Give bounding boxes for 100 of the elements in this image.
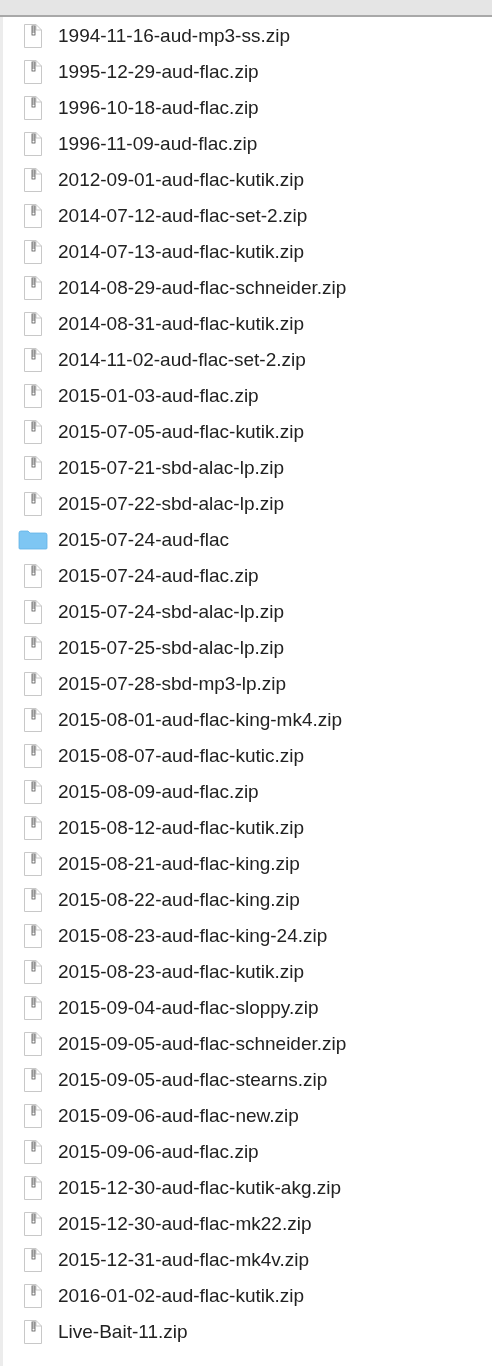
file-name: 2015-09-04-aud-flac-sloppy.zip (58, 995, 319, 1020)
file-name: 2015-08-22-aud-flac-king.zip (58, 887, 300, 912)
file-row[interactable]: 2015-12-31-aud-flac-mk4v.zip (3, 1242, 347, 1278)
file-name: 2014-11-02-aud-flac-set-2.zip (58, 347, 306, 372)
file-name: Live-Bait-11.zip (58, 1319, 188, 1344)
file-name: 2015-08-21-aud-flac-king.zip (58, 851, 300, 876)
zip-file-icon (23, 1140, 42, 1164)
file-name: 2012-09-01-aud-flac-kutik.zip (58, 167, 305, 192)
zip-file-icon (23, 96, 42, 120)
zip-file-icon (23, 888, 42, 912)
file-row[interactable]: 2014-08-29-aud-flac-schneider.zip (3, 270, 347, 306)
file-row[interactable]: 2015-07-21-sbd-alac-lp.zip (3, 450, 347, 486)
zip-file-icon (23, 276, 42, 300)
file-row[interactable]: 1995-12-29-aud-flac.zip (3, 54, 347, 90)
zip-file-icon (23, 456, 42, 480)
file-row[interactable]: 2014-07-12-aud-flac-set-2.zip (3, 198, 347, 234)
file-row[interactable]: 2016-01-02-aud-flac-kutik.zip (3, 1278, 347, 1314)
file-name: 2014-07-12-aud-flac-set-2.zip (58, 203, 308, 228)
file-row[interactable]: 2014-11-02-aud-flac-set-2.zip (3, 342, 347, 378)
zip-file-icon (23, 348, 42, 372)
file-name: 2015-09-05-aud-flac-stearns.zip (58, 1067, 328, 1092)
file-row[interactable]: 2015-07-24-aud-flac (3, 522, 347, 558)
file-name: 2015-08-23-aud-flac-king-24.zip (58, 923, 328, 948)
file-name: 2015-07-25-sbd-alac-lp.zip (58, 635, 284, 660)
file-name: 2015-12-31-aud-flac-mk4v.zip (58, 1247, 309, 1272)
zip-file-icon (23, 852, 42, 876)
zip-file-icon (23, 492, 42, 516)
file-name: 2015-07-24-sbd-alac-lp.zip (58, 599, 284, 624)
zip-file-icon (23, 1284, 42, 1308)
file-row[interactable]: 2015-08-12-aud-flac-kutik.zip (3, 810, 347, 846)
file-row[interactable]: Live-Bait-11.zip (3, 1314, 347, 1350)
file-name: 2014-08-31-aud-flac-kutik.zip (58, 311, 305, 336)
file-row[interactable]: 2015-08-23-aud-flac-kutik.zip (3, 954, 347, 990)
file-row[interactable]: 2015-08-01-aud-flac-king-mk4.zip (3, 702, 347, 738)
zip-file-icon (23, 132, 42, 156)
file-name: 2015-09-06-aud-flac.zip (58, 1139, 259, 1164)
file-row[interactable]: 1996-11-09-aud-flac.zip (3, 126, 347, 162)
file-name: 2015-07-21-sbd-alac-lp.zip (58, 455, 284, 480)
file-row[interactable]: 2012-09-01-aud-flac-kutik.zip (3, 162, 347, 198)
file-name: 2015-12-30-aud-flac-mk22.zip (58, 1211, 312, 1236)
file-name: 2015-07-28-sbd-mp3-lp.zip (58, 671, 287, 696)
file-name: 1996-10-18-aud-flac.zip (58, 95, 259, 120)
file-name: 2015-08-07-aud-flac-kutic.zip (58, 743, 305, 768)
file-row[interactable]: 2015-07-22-sbd-alac-lp.zip (3, 486, 347, 522)
file-row[interactable]: 2015-08-09-aud-flac.zip (3, 774, 347, 810)
file-name: 2015-07-24-aud-flac (58, 527, 230, 552)
zip-file-icon (23, 420, 42, 444)
zip-file-icon (23, 1212, 42, 1236)
zip-file-icon (23, 1320, 42, 1344)
file-row[interactable]: 2015-08-23-aud-flac-king-24.zip (3, 918, 347, 954)
file-row[interactable]: 2015-07-05-aud-flac-kutik.zip (3, 414, 347, 450)
zip-file-icon (23, 1068, 42, 1092)
file-row[interactable]: 2015-12-30-aud-flac-mk22.zip (3, 1206, 347, 1242)
file-row[interactable]: 1996-10-18-aud-flac.zip (3, 90, 347, 126)
file-name: 2014-07-13-aud-flac-kutik.zip (58, 239, 305, 264)
file-row[interactable]: 2015-09-06-aud-flac-new.zip (3, 1098, 347, 1134)
zip-file-icon (23, 996, 42, 1020)
file-row[interactable]: 2014-07-13-aud-flac-kutik.zip (3, 234, 347, 270)
file-name: 2015-09-06-aud-flac-new.zip (58, 1103, 299, 1128)
zip-file-icon (23, 1104, 42, 1128)
file-row[interactable]: 2015-09-05-aud-flac-schneider.zip (3, 1026, 347, 1062)
zip-file-icon (23, 1248, 42, 1272)
file-row[interactable]: 2015-09-04-aud-flac-sloppy.zip (3, 990, 347, 1026)
file-row[interactable]: 2015-08-21-aud-flac-king.zip (3, 846, 347, 882)
file-name: 1995-12-29-aud-flac.zip (58, 59, 259, 84)
zip-file-icon (23, 240, 42, 264)
file-row[interactable]: 2015-07-24-aud-flac.zip (3, 558, 347, 594)
file-row[interactable]: 2015-09-06-aud-flac.zip (3, 1134, 347, 1170)
file-row[interactable]: 2015-07-25-sbd-alac-lp.zip (3, 630, 347, 666)
file-name: 1994-11-16-aud-mp3-ss.zip (58, 23, 290, 48)
file-name: 2015-08-12-aud-flac-kutik.zip (58, 815, 305, 840)
file-row[interactable]: 1994-11-16-aud-mp3-ss.zip (3, 18, 347, 54)
zip-file-icon (23, 816, 42, 840)
zip-file-icon (23, 708, 42, 732)
file-row[interactable]: 2015-07-24-sbd-alac-lp.zip (3, 594, 347, 630)
file-name: 2015-07-24-aud-flac.zip (58, 563, 259, 588)
file-name: 2015-07-22-sbd-alac-lp.zip (58, 491, 284, 516)
zip-file-icon (23, 924, 42, 948)
zip-file-icon (23, 636, 42, 660)
zip-file-icon (23, 1176, 42, 1200)
file-name: 2014-08-29-aud-flac-schneider.zip (58, 275, 347, 300)
file-row[interactable]: 2015-07-28-sbd-mp3-lp.zip (3, 666, 347, 702)
file-row[interactable]: 2014-08-31-aud-flac-kutik.zip (3, 306, 347, 342)
zip-file-icon (23, 312, 42, 336)
file-row[interactable]: 2015-09-05-aud-flac-stearns.zip (3, 1062, 347, 1098)
zip-file-icon (23, 960, 42, 984)
file-row[interactable]: 2015-01-03-aud-flac.zip (3, 378, 347, 414)
zip-file-icon (23, 168, 42, 192)
zip-file-icon (23, 744, 42, 768)
file-row[interactable]: 2015-08-07-aud-flac-kutic.zip (3, 738, 347, 774)
file-row[interactable]: 2015-08-22-aud-flac-king.zip (3, 882, 347, 918)
zip-file-icon (23, 204, 42, 228)
file-name: 1996-11-09-aud-flac.zip (58, 131, 258, 156)
zip-file-icon (23, 564, 42, 588)
zip-file-icon (23, 384, 42, 408)
zip-file-icon (23, 672, 42, 696)
zip-file-icon (23, 60, 42, 84)
zip-file-icon (23, 780, 42, 804)
file-name: 2015-01-03-aud-flac.zip (58, 383, 259, 408)
file-row[interactable]: 2015-12-30-aud-flac-kutik-akg.zip (3, 1170, 347, 1206)
